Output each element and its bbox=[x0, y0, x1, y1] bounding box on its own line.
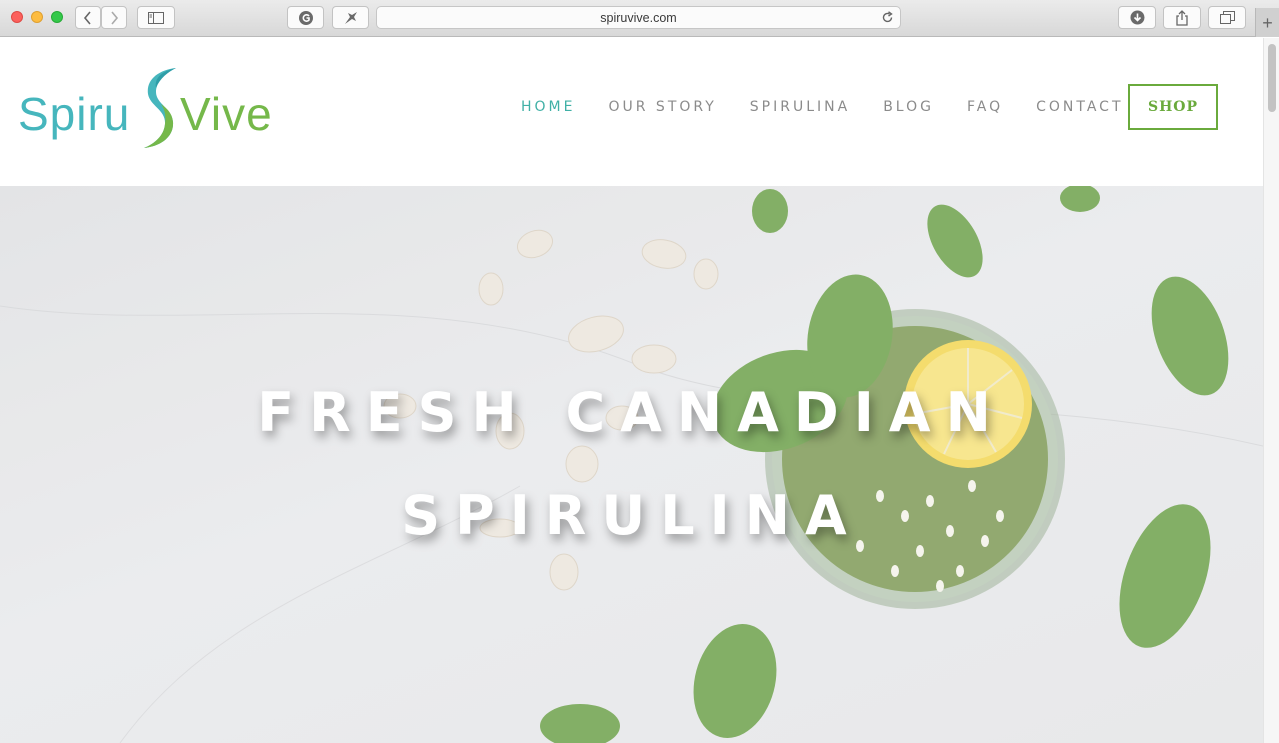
hero-title: FRESH CANADIAN SPIRULINA bbox=[0, 361, 1263, 567]
forward-icon bbox=[111, 10, 119, 25]
hero-banner: FRESH CANADIAN SPIRULINA bbox=[0, 186, 1263, 743]
zoom-window-button[interactable] bbox=[51, 11, 63, 23]
site-logo[interactable]: Spiru Vive bbox=[18, 66, 276, 150]
tabs-overview-button[interactable] bbox=[1208, 6, 1246, 29]
nav-blog[interactable]: BLOG bbox=[883, 99, 934, 115]
reload-icon[interactable] bbox=[881, 11, 894, 24]
tabs-icon bbox=[1219, 11, 1235, 24]
share-button[interactable] bbox=[1163, 6, 1201, 29]
nav-spirulina[interactable]: SPIRULINA bbox=[750, 99, 850, 115]
sidebar-button[interactable] bbox=[137, 6, 175, 29]
extension-icon bbox=[344, 11, 357, 24]
grammarly-icon bbox=[298, 10, 313, 25]
browser-toolbar: spiruvive.com + bbox=[0, 0, 1279, 37]
new-tab-icon: + bbox=[1262, 13, 1273, 33]
logo-swoosh-icon bbox=[144, 68, 176, 148]
grammarly-button[interactable] bbox=[287, 6, 324, 29]
download-icon bbox=[1130, 10, 1144, 25]
hero-title-line-1: FRESH CANADIAN bbox=[257, 381, 1006, 444]
logo-text-vive: Vive bbox=[180, 88, 273, 140]
nav-home[interactable]: HOME bbox=[521, 99, 575, 115]
nav-our-story[interactable]: OUR STORY bbox=[608, 99, 716, 115]
forward-button[interactable] bbox=[101, 6, 127, 29]
back-button[interactable] bbox=[75, 6, 101, 29]
main-nav: HOME OUR STORY SPIRULINA BLOG FAQ CONTAC… bbox=[521, 99, 1157, 115]
new-tab-button[interactable]: + bbox=[1255, 8, 1279, 37]
address-bar[interactable]: spiruvive.com bbox=[376, 6, 901, 29]
scrollbar-thumb[interactable] bbox=[1268, 44, 1276, 112]
logo-text-spiru: Spiru bbox=[18, 88, 131, 140]
web-page: Spiru Vive HOME OUR STORY SPIRULINA BLOG… bbox=[0, 38, 1263, 743]
nav-faq[interactable]: FAQ bbox=[967, 99, 1003, 115]
site-header: Spiru Vive HOME OUR STORY SPIRULINA BLOG… bbox=[0, 38, 1263, 186]
address-url: spiruvive.com bbox=[600, 11, 677, 25]
back-icon bbox=[83, 10, 91, 25]
minimize-window-button[interactable] bbox=[31, 11, 43, 23]
sidebar-icon bbox=[148, 11, 164, 24]
downloads-button[interactable] bbox=[1118, 6, 1156, 29]
close-window-button[interactable] bbox=[11, 11, 23, 23]
share-icon bbox=[1176, 9, 1188, 26]
hero-title-line-2: SPIRULINA bbox=[401, 484, 862, 547]
shop-button[interactable]: SHOP bbox=[1128, 84, 1218, 130]
nav-contact[interactable]: CONTACT bbox=[1036, 99, 1123, 115]
extension-button[interactable] bbox=[332, 6, 369, 29]
page-scrollbar[interactable] bbox=[1263, 38, 1279, 743]
